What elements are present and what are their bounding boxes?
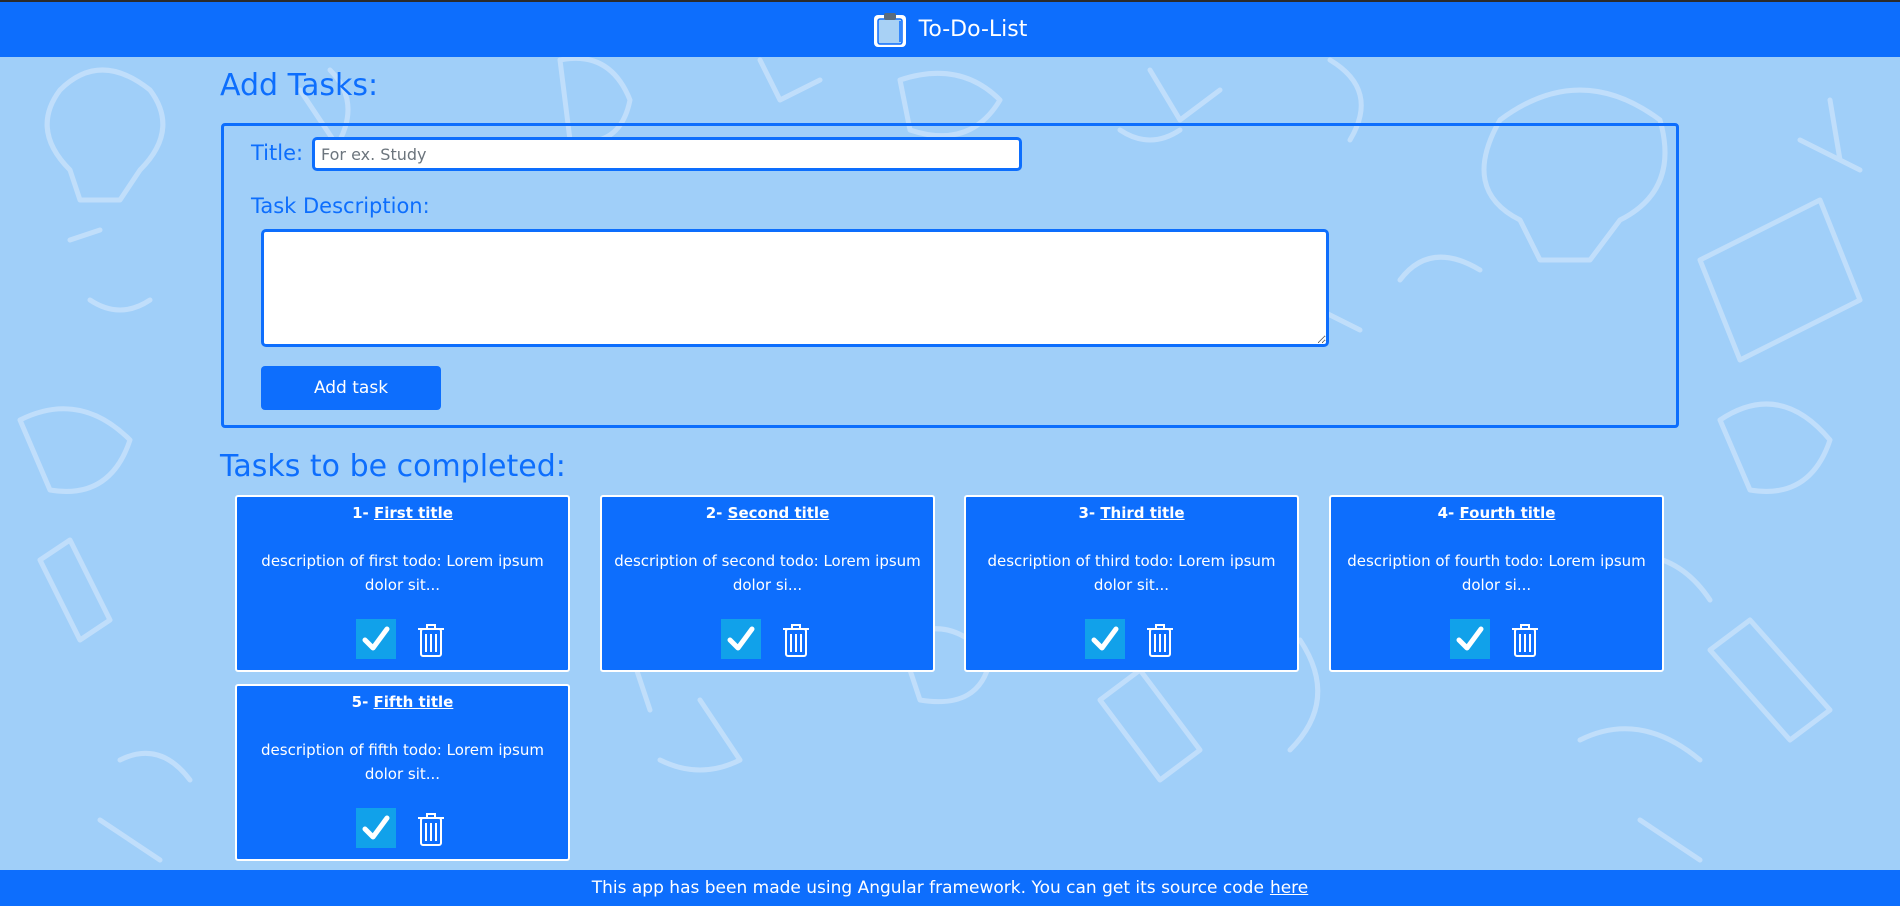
task-heading: 5- Fifth title bbox=[237, 693, 568, 711]
trash-icon bbox=[418, 624, 444, 657]
footer-text: This app has been made using Angular fra… bbox=[591, 878, 1264, 898]
app-footer: This app has been made using Angular fra… bbox=[0, 870, 1900, 906]
task-description: description of fourth todo: Lorem ipsum … bbox=[1347, 552, 1646, 594]
add-task-form: Title: Task Description: Add task bbox=[221, 123, 1679, 428]
task-description: description of fifth todo: Lorem ipsum d… bbox=[261, 741, 544, 783]
app-header: To-Do-List bbox=[0, 0, 1900, 57]
task-description: description of second todo: Lorem ipsum … bbox=[614, 552, 921, 594]
delete-task-button[interactable] bbox=[779, 621, 813, 659]
delete-task-button[interactable] bbox=[414, 621, 448, 659]
complete-task-button[interactable] bbox=[356, 808, 396, 848]
task-heading: 1- First title bbox=[237, 504, 568, 522]
app-title: To-Do-List bbox=[918, 17, 1028, 42]
checkmark-icon bbox=[362, 626, 390, 651]
trash-icon bbox=[1147, 624, 1173, 657]
title-input[interactable] bbox=[312, 137, 1022, 171]
task-number: 1- bbox=[352, 504, 374, 522]
checkmark-icon bbox=[362, 815, 390, 840]
checkmark-icon bbox=[1091, 626, 1119, 651]
task-description: description of first todo: Lorem ipsum d… bbox=[261, 552, 544, 594]
trash-icon bbox=[1512, 624, 1538, 657]
add-tasks-heading: Add Tasks: bbox=[220, 68, 379, 103]
task-description-label: Task Description: bbox=[251, 194, 430, 218]
task-description-textarea[interactable] bbox=[261, 229, 1329, 347]
task-title-link[interactable]: First title bbox=[374, 504, 453, 522]
task-card: 1- First title description of first todo… bbox=[235, 495, 570, 672]
task-number: 4- bbox=[1437, 504, 1460, 522]
tasks-heading: Tasks to be completed: bbox=[220, 449, 566, 484]
task-card: 2- Second title description of second to… bbox=[600, 495, 935, 672]
task-title-link[interactable]: Third title bbox=[1100, 504, 1184, 522]
trash-icon bbox=[783, 624, 809, 657]
checkmark-icon bbox=[1456, 626, 1484, 651]
task-card: 5- Fifth title description of fifth todo… bbox=[235, 684, 570, 861]
delete-task-button[interactable] bbox=[1508, 621, 1542, 659]
task-title-link[interactable]: Fourth title bbox=[1460, 504, 1556, 522]
source-code-link[interactable]: here bbox=[1270, 878, 1308, 898]
complete-task-button[interactable] bbox=[356, 619, 396, 659]
trash-icon bbox=[418, 813, 444, 846]
task-number: 2- bbox=[705, 504, 728, 522]
task-card: 4- Fourth title description of fourth to… bbox=[1329, 495, 1664, 672]
clipboard-icon bbox=[873, 12, 906, 47]
task-number: 5- bbox=[351, 693, 374, 711]
title-label: Title: bbox=[251, 141, 304, 165]
task-heading: 3- Third title bbox=[966, 504, 1297, 522]
task-title-link[interactable]: Second title bbox=[728, 504, 830, 522]
complete-task-button[interactable] bbox=[1450, 619, 1490, 659]
delete-task-button[interactable] bbox=[414, 810, 448, 848]
task-title-link[interactable]: Fifth title bbox=[374, 693, 454, 711]
complete-task-button[interactable] bbox=[1085, 619, 1125, 659]
task-card: 3- Third title description of third todo… bbox=[964, 495, 1299, 672]
complete-task-button[interactable] bbox=[721, 619, 761, 659]
add-task-button[interactable]: Add task bbox=[261, 366, 441, 410]
task-description: description of third todo: Lorem ipsum d… bbox=[987, 552, 1276, 594]
task-number: 3- bbox=[1078, 504, 1101, 522]
checkmark-icon bbox=[727, 626, 755, 651]
task-heading: 4- Fourth title bbox=[1331, 504, 1662, 522]
task-heading: 2- Second title bbox=[602, 504, 933, 522]
delete-task-button[interactable] bbox=[1143, 621, 1177, 659]
